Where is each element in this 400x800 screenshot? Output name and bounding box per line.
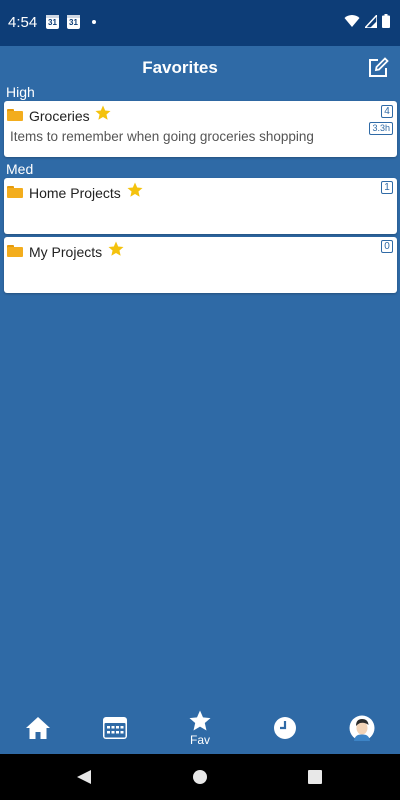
app-bar: Favorites — [0, 46, 400, 86]
list-item-title: Home Projects — [29, 185, 121, 201]
nav-label-fav: Fav — [189, 733, 210, 747]
calendar-icon — [103, 717, 127, 739]
nav-fav[interactable]: Fav — [175, 706, 225, 750]
star-icon — [189, 710, 211, 731]
system-nav-bar — [0, 754, 400, 800]
star-icon[interactable] — [107, 240, 125, 258]
list-item-groceries[interactable]: Groceries 4 3.3h Items to remember when … — [4, 101, 397, 157]
folder-icon — [7, 245, 23, 257]
avatar — [349, 715, 375, 741]
battery-icon — [382, 14, 390, 28]
count-badge: 4 — [381, 105, 393, 118]
nav-profile[interactable] — [337, 706, 387, 750]
calendar-notification-icon: 31 — [46, 15, 59, 29]
folder-icon — [7, 186, 23, 198]
folder-icon — [7, 109, 23, 121]
nav-history[interactable] — [260, 706, 310, 750]
clock-icon — [274, 717, 296, 739]
back-icon[interactable] — [76, 769, 92, 785]
star-icon[interactable] — [126, 181, 144, 199]
cell-signal-icon — [365, 14, 377, 28]
count-badge: 1 — [381, 181, 393, 194]
star-icon[interactable] — [94, 104, 112, 122]
bottom-nav: Fav — [0, 700, 400, 754]
list-item-description: Items to remember when going groceries s… — [10, 129, 314, 144]
notification-dot-icon — [92, 20, 96, 24]
list-item-title: Groceries — [29, 108, 90, 124]
time-badge: 3.3h — [369, 122, 393, 135]
nav-calendar[interactable] — [90, 706, 140, 750]
status-bar: 4:54 31 31 — [0, 0, 400, 46]
recents-icon[interactable] — [308, 770, 322, 784]
nav-home[interactable] — [13, 706, 63, 750]
status-icons — [344, 14, 390, 28]
home-button-icon[interactable] — [193, 770, 207, 784]
list-item-my-projects[interactable]: My Projects 0 — [4, 237, 397, 293]
calendar-notification-icon-2: 31 — [67, 15, 80, 29]
list-item-title: My Projects — [29, 244, 103, 260]
section-label-med: Med — [6, 161, 34, 177]
edit-icon — [369, 57, 389, 77]
page-title: Favorites — [142, 58, 218, 77]
status-time: 4:54 — [8, 14, 38, 31]
wifi-icon — [344, 15, 360, 27]
home-icon — [26, 717, 50, 739]
list-item-home-projects[interactable]: Home Projects 1 — [4, 178, 397, 234]
count-badge: 0 — [381, 240, 393, 253]
section-label-high: High — [6, 84, 35, 100]
edit-button[interactable] — [366, 56, 390, 80]
